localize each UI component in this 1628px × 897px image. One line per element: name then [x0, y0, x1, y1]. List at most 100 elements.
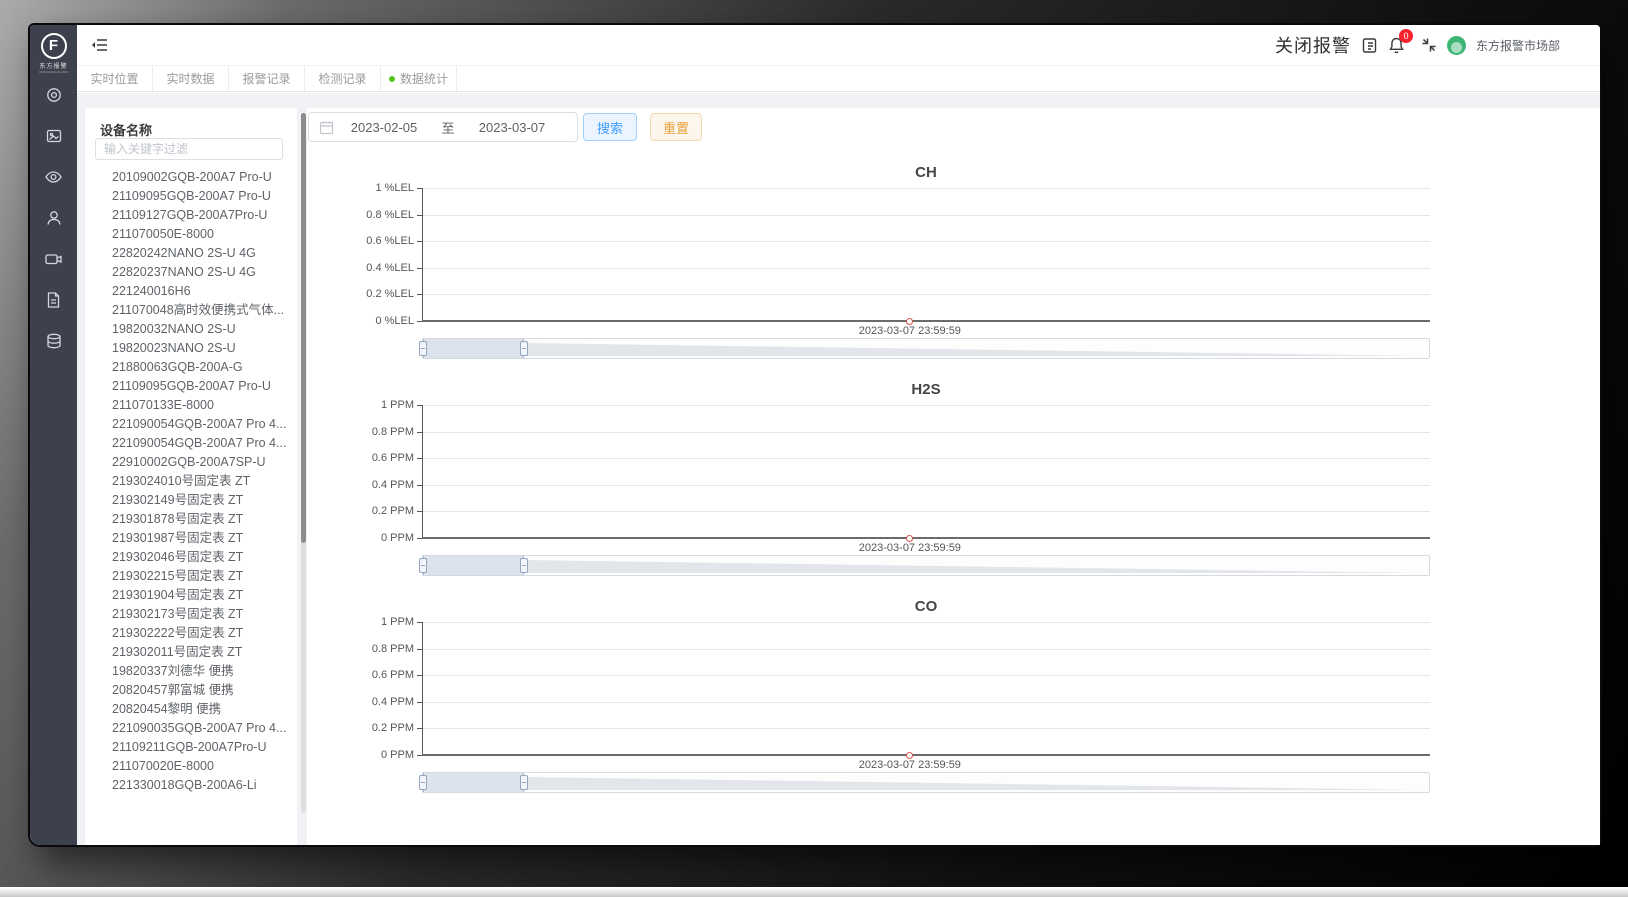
log-document-icon[interactable]: [1361, 37, 1378, 54]
sidebar-item-user-icon[interactable]: [30, 200, 77, 241]
zoom-selected-range[interactable]: [423, 339, 524, 358]
device-list-item[interactable]: 20109002GQB-200A7 Pro-U: [85, 168, 289, 187]
user-name[interactable]: 东方报警市场部: [1476, 37, 1560, 54]
device-list-item[interactable]: 219302149号固定表 ZT: [85, 491, 289, 510]
sidebar-item-database-icon[interactable]: [30, 323, 77, 364]
gridline: [422, 675, 1430, 677]
zoom-selected-range[interactable]: [423, 556, 524, 575]
device-list-item[interactable]: 211070050E-8000: [85, 225, 289, 244]
device-list-item[interactable]: 20820457郭富城 便携: [85, 681, 289, 700]
y-axis-label: 1 %LEL: [375, 182, 414, 194]
y-axis-label: 0 %LEL: [375, 315, 414, 327]
device-list-item[interactable]: 219302215号固定表 ZT: [85, 567, 289, 586]
y-axis-label: 0.6 PPM: [371, 452, 414, 465]
sidebar-item-eye-icon[interactable]: [30, 159, 77, 200]
logo-text: 东方报警: [39, 64, 68, 70]
chart-plot-area: 1 PPM 0.8 PPM 0.6 PPM 0.4 PPM 0.2 PPM 0 PPM: [372, 616, 1430, 761]
collapse-menu-icon[interactable]: [91, 37, 109, 53]
zoom-handle-left[interactable]: [419, 558, 427, 573]
device-list-item[interactable]: 221240016H6: [85, 282, 289, 301]
tab-label: 数据统计: [399, 72, 448, 86]
device-list-item[interactable]: 219301878号固定表 ZT: [85, 510, 289, 529]
zoom-data-shadow: [523, 777, 1427, 790]
start-date-value[interactable]: 2023-02-05: [334, 120, 434, 135]
device-list-item[interactable]: 22820237NANO 2S-U 4G: [85, 263, 289, 282]
device-list-item[interactable]: 211070133E-8000: [85, 396, 289, 415]
reset-button[interactable]: 重置: [650, 113, 702, 141]
device-filter-input[interactable]: [95, 138, 283, 160]
zoom-slider[interactable]: [419, 772, 1430, 793]
end-date-value[interactable]: 2023-03-07: [462, 120, 562, 135]
sidebar-item-document-icon[interactable]: [30, 282, 77, 323]
device-list-item[interactable]: 219302222号固定表 ZT: [85, 624, 289, 643]
user-avatar[interactable]: [1446, 35, 1466, 55]
device-list-item[interactable]: 221330018GQB-200A6-Li: [85, 776, 289, 795]
device-list-item[interactable]: 221090054GQB-200A7 Pro 4...: [85, 415, 289, 434]
zoom-data-shadow: [523, 343, 1427, 356]
video-icon: [44, 250, 63, 273]
zoom-handle-left[interactable]: [419, 341, 427, 356]
scrollbar-thumb[interactable]: [301, 113, 306, 543]
zoom-selected-range[interactable]: [423, 773, 524, 792]
data-point[interactable]: [906, 535, 914, 542]
exit-fullscreen-icon[interactable]: [1421, 37, 1437, 53]
y-axis-label: 0.4 PPM: [371, 478, 414, 491]
sidebar-item-video-icon[interactable]: [30, 241, 77, 282]
device-list-item[interactable]: 21880063GQB-200A-G: [85, 358, 289, 377]
sidebar-item-target-icon[interactable]: [30, 77, 77, 118]
gridline: [422, 431, 1430, 433]
sidebar-item-image-icon[interactable]: [30, 118, 77, 159]
device-list-item[interactable]: 219302011号固定表 ZT: [85, 643, 289, 662]
tab-label: 检测记录: [318, 72, 367, 86]
close-alarm-button[interactable]: 关闭报警: [1275, 32, 1351, 58]
device-list-item[interactable]: 219301904号固定表 ZT: [85, 586, 289, 605]
zoom-slider[interactable]: [419, 338, 1430, 359]
device-list-item[interactable]: 19820337刘德华 便携: [85, 662, 289, 681]
logo-subtext: DONGFANG ALARM: [39, 70, 68, 74]
device-list-item[interactable]: 21109127GQB-200A7Pro-U: [85, 206, 289, 225]
device-list-item[interactable]: 211070020E-8000: [85, 757, 289, 776]
device-list-item[interactable]: 219302173号固定表 ZT: [85, 605, 289, 624]
zoom-handle-left[interactable]: [419, 775, 427, 790]
data-point[interactable]: [906, 752, 914, 759]
chart-H2S: H2S 1 PPM 0.8 PPM 0.6 PPM 0.4 PPM 0.2 PPM 0 PP…: [372, 381, 1430, 598]
gridline: [422, 484, 1430, 486]
date-range-picker[interactable]: 2023-02-05 至 2023-03-07: [308, 112, 578, 142]
y-axis-label: 0 PPM: [380, 532, 414, 544]
device-list-item[interactable]: 221090054GQB-200A7 Pro 4...: [85, 434, 289, 453]
device-list-item[interactable]: 21109095GQB-200A7 Pro-U: [85, 377, 289, 396]
tab-数据统计[interactable]: 数据统计: [381, 66, 457, 91]
device-list-item[interactable]: 21109095GQB-200A7 Pro-U: [85, 187, 289, 206]
device-list-item[interactable]: 211070048高时效便携式气体...: [85, 301, 289, 320]
x-axis-line: [422, 537, 1430, 539]
tab-实时数据[interactable]: 实时数据: [153, 66, 229, 91]
tab-报警记录[interactable]: 报警记录: [229, 66, 305, 91]
device-list-item[interactable]: 219302046号固定表 ZT: [85, 548, 289, 567]
search-button[interactable]: 搜索: [583, 113, 637, 141]
device-list-item[interactable]: 221090035GQB-200A7 Pro 4...: [85, 719, 289, 738]
device-list-item[interactable]: 219301987号固定表 ZT: [85, 529, 289, 548]
tab-检测记录[interactable]: 检测记录: [305, 66, 381, 91]
device-list-item[interactable]: 22820242NANO 2S-U 4G: [85, 244, 289, 263]
device-list-item[interactable]: 20820454黎明 便携: [85, 700, 289, 719]
notification-bell-icon[interactable]: 0: [1388, 29, 1413, 54]
y-axis-label: 0.8 PPM: [371, 425, 414, 438]
company-logo[interactable]: F 东方报警 DONGFANG ALARM: [30, 33, 77, 74]
content-area: 设备名称 20109002GQB-200A7 Pro-U21109095GQB-…: [77, 93, 1600, 845]
device-list-item[interactable]: 19820032NANO 2S-U: [85, 320, 289, 339]
device-list-item[interactable]: 19820023NANO 2S-U: [85, 339, 289, 358]
scrollbar-track[interactable]: [301, 113, 306, 813]
zoom-handle-right[interactable]: [519, 341, 528, 356]
tab-实时位置[interactable]: 实时位置: [77, 66, 153, 91]
device-list-item[interactable]: 2193024010号固定表 ZT: [85, 472, 289, 491]
device-list-item[interactable]: 21109211GQB-200A7Pro-U: [85, 738, 289, 757]
zoom-handle-right[interactable]: [519, 775, 528, 790]
y-axis-line: [422, 622, 423, 755]
device-list-item[interactable]: 22910002GQB-200A7SP-U: [85, 453, 289, 472]
data-point[interactable]: [906, 318, 914, 325]
zoom-slider[interactable]: [419, 555, 1430, 576]
device-panel: 设备名称 20109002GQB-200A7 Pro-U21109095GQB-…: [85, 108, 297, 845]
date-range-separator: 至: [441, 120, 455, 136]
zoom-handle-right[interactable]: [519, 558, 528, 573]
gridline: [422, 728, 1430, 730]
